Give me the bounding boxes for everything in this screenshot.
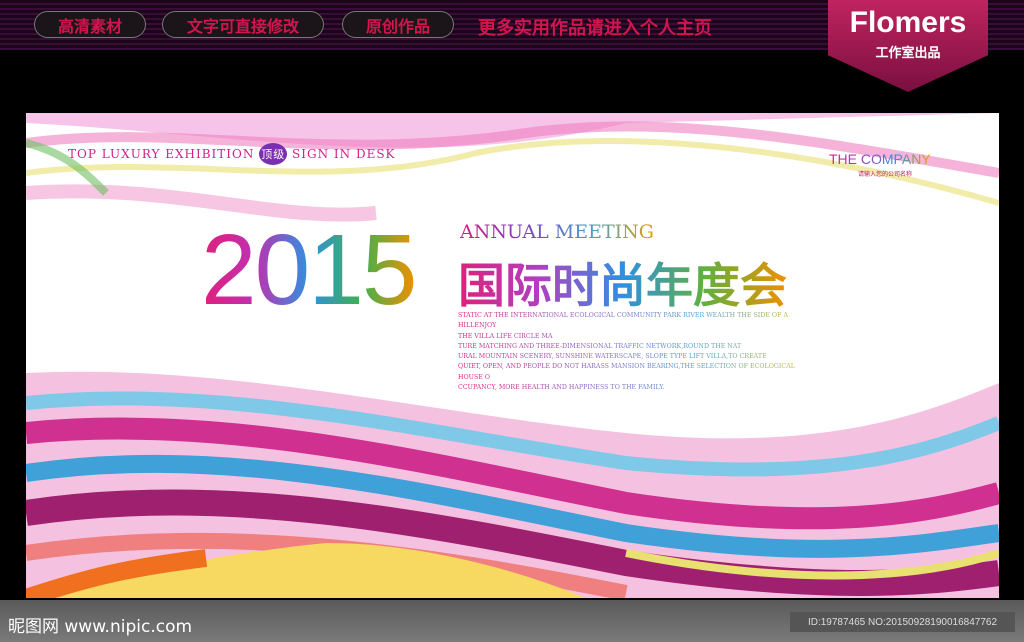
annual-meeting-subtitle: ANNUAL MEETING — [460, 221, 654, 243]
top-luxury-tagline: TOP LUXURY EXHIBITION 顶级 SIGN IN DESK — [68, 143, 396, 165]
company-sub: 请输入您的公司名称 — [858, 171, 913, 178]
body-line: TURE MATCHING AND THREE-DIMENSIONAL TRAF… — [458, 342, 742, 350]
brand-sub: 工作室出品 — [875, 46, 941, 61]
body-line: THE VILLA LIFE CIRCLE MA — [458, 332, 553, 340]
body-line: QUIET, OPEN, AND PEOPLE DO NOT HARASS MA… — [458, 363, 795, 381]
tagline-left: TOP LUXURY EXHIBITION — [68, 147, 255, 161]
image-id: ID:19787465 NO:20150928190016847762 — [790, 612, 1015, 632]
footer: 昵图网 www.nipic.com ID:19787465 NO:2015092… — [0, 600, 1024, 642]
hd-material-button[interactable]: 高清素材 — [34, 11, 146, 38]
company-name: THE COMPANY — [829, 151, 931, 167]
year-title: 2015 — [201, 214, 417, 326]
poster: TOP LUXURY EXHIBITION 顶级 SIGN IN DESK TH… — [26, 113, 999, 598]
body-line: STATIC AT THE INTERNATIONAL ECOLOGICAL C… — [458, 312, 788, 330]
body-text: STATIC AT THE INTERNATIONAL ECOLOGICAL C… — [458, 311, 818, 393]
tagline-right: SIGN IN DESK — [292, 147, 396, 161]
promo-link[interactable]: 更多实用作品请进入个人主页 — [478, 14, 712, 40]
nipic-logo[interactable]: 昵图网 www.nipic.com — [8, 612, 192, 637]
editable-text-button[interactable]: 文字可直接修改 — [162, 11, 324, 38]
brand-name: Flomers — [849, 6, 967, 39]
original-work-button[interactable]: 原创作品 — [342, 11, 454, 38]
body-line: URAL MOUNTAIN SCENERY, SUNSHINE WATERSCA… — [458, 353, 767, 361]
brand-badge: Flomers 工作室出品 — [828, 0, 988, 92]
body-line: CCUPANCY, MORE HEALTH AND HAPPINESS TO T… — [458, 384, 665, 392]
chinese-title: 国际时尚年度会 — [458, 247, 787, 316]
tagline-badge: 顶级 — [259, 143, 288, 165]
